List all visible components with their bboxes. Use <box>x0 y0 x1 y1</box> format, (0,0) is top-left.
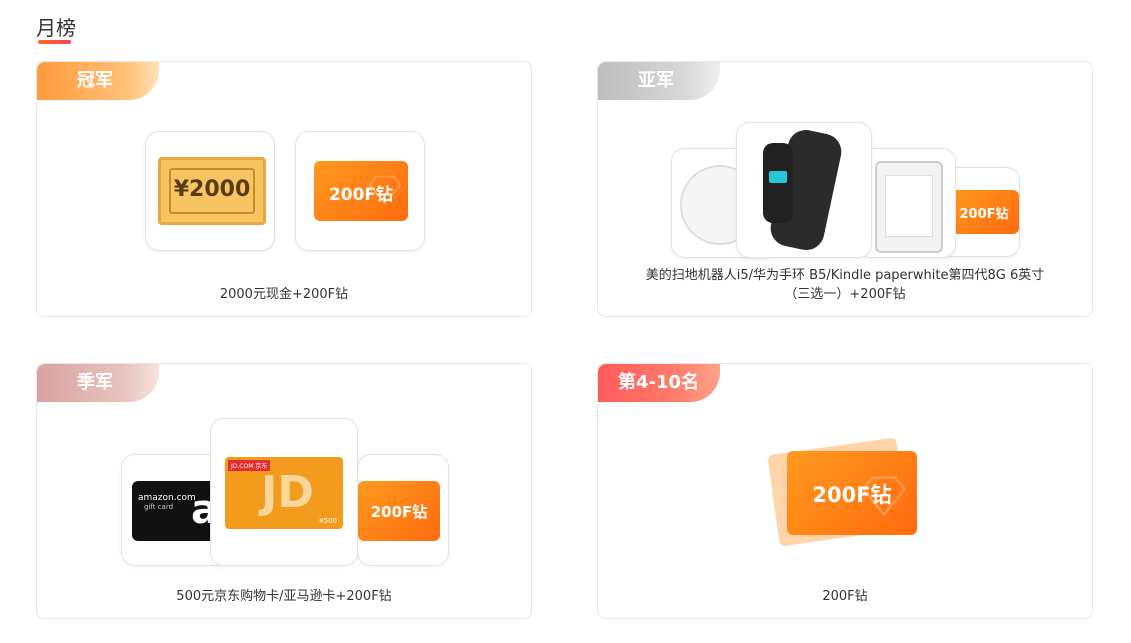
prize-tile-diamond: 200F钻 <box>357 454 449 566</box>
cash-ticket-image: ¥2000 <box>158 157 266 225</box>
prize-tile-diamond: 200F钻 <box>295 131 425 251</box>
rank-badge-4-10: 第4-10名 <box>598 364 720 402</box>
prize-card-runner-up: 亚军 200F钻 美的扫地机器人i5/华为手环 B5/Kindle paperw… <box>597 61 1093 317</box>
prize-card-third: 季军 amazon.com gift card a 200F钻 JD.COM 京… <box>36 363 532 619</box>
rank-badge-runner-up: 亚军 <box>598 62 720 100</box>
page-title: 月榜 <box>36 16 76 40</box>
diamond-label: 200F钻 <box>812 483 892 507</box>
prize-tile-jd: JD.COM 京东 JD ¥500 <box>210 418 358 566</box>
prize-card-4-10: 第4-10名 200F钻 200F钻 <box>597 363 1093 619</box>
prize-card-champion: 冠军 ¥2000 200F钻 2000元现金+200F钻 <box>36 61 532 317</box>
diamond-card-image: 200F钻 <box>949 190 1019 234</box>
diamond-card-image: 200F钻 <box>358 481 440 541</box>
diamond-label: 200F钻 <box>328 185 394 205</box>
jd-card-image: JD.COM 京东 JD ¥500 <box>225 457 343 529</box>
title-underline <box>38 40 71 44</box>
prize-caption-line1: 美的扫地机器人i5/华为手环 B5/Kindle paperwhite第四代8G… <box>645 268 1045 283</box>
diamond-label: 200F钻 <box>959 207 1009 222</box>
prize-caption: 500元京东购物卡/亚马逊卡+200F钻 <box>176 589 392 604</box>
prize-tile-cash: ¥2000 <box>145 131 275 251</box>
kindle-image <box>875 161 943 253</box>
amazon-text: amazon.com <box>138 493 196 503</box>
rank-badge-third: 季军 <box>37 364 159 402</box>
prize-tile-band <box>736 122 872 258</box>
prize-caption-line2: （三选一）+200F钻 <box>784 287 906 302</box>
diamond-card-image: 200F钻 <box>314 161 408 221</box>
amazon-sub: gift card <box>144 503 174 511</box>
diamond-card-image: 200F钻 <box>787 451 917 535</box>
band-screen <box>763 143 793 223</box>
prize-caption: 200F钻 <box>822 589 868 604</box>
jd-amount: ¥500 <box>319 517 337 525</box>
diamond-label: 200F钻 <box>370 503 428 521</box>
rank-badge-champion: 冠军 <box>37 62 159 100</box>
cash-amount: ¥2000 <box>173 177 251 202</box>
prize-caption: 2000元现金+200F钻 <box>219 287 349 302</box>
